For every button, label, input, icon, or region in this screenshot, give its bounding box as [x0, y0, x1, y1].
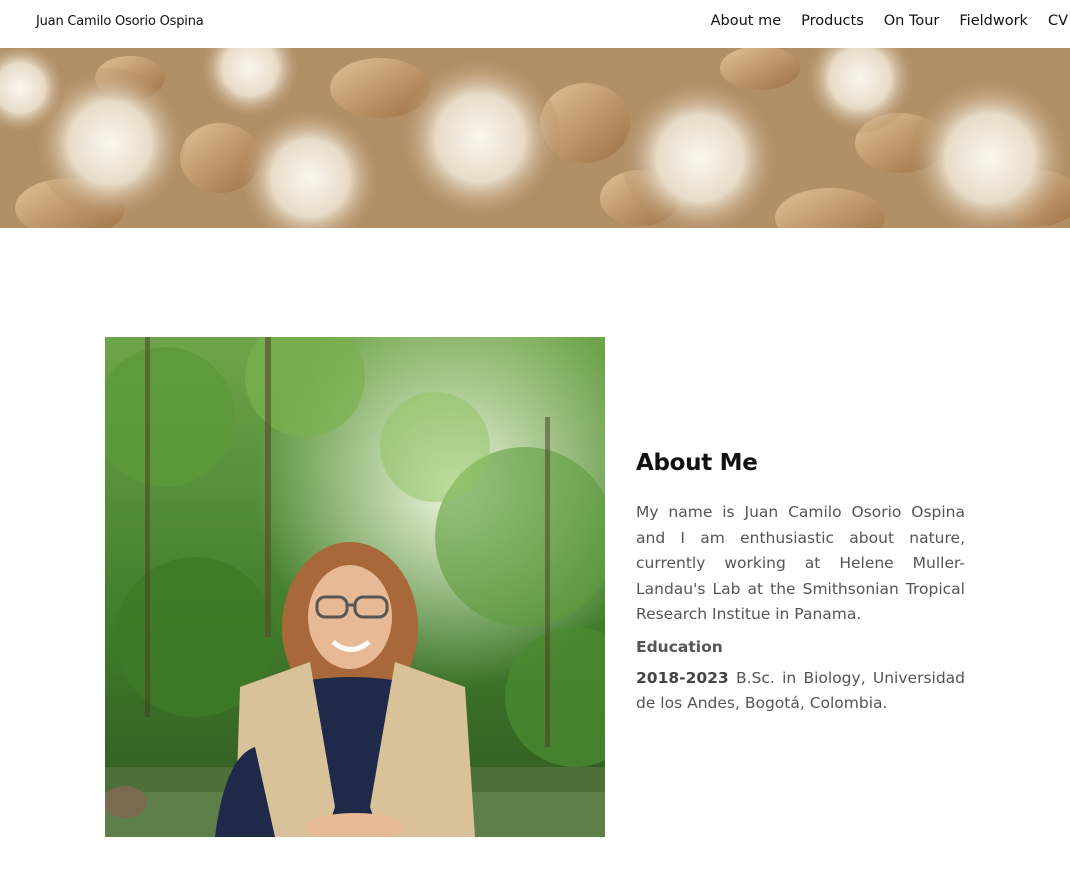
- about-me-section: About Me My name is Juan Camilo Osorio O…: [636, 450, 965, 727]
- header-banner-image: [0, 48, 1070, 228]
- seed-fibers-banner-graphic: [0, 48, 1070, 228]
- nav-products[interactable]: Products: [801, 13, 864, 29]
- main-nav: About me Products On Tour Fieldwork CV: [711, 13, 1068, 29]
- education-heading: Education: [636, 637, 723, 656]
- education-entry: 2018-2023 B.Sc. in Biology, Universidad …: [636, 666, 965, 717]
- nav-cv[interactable]: CV: [1048, 13, 1068, 29]
- about-bio: My name is Juan Camilo Osorio Ospina and…: [636, 503, 965, 623]
- portrait-in-forest-image: [105, 337, 605, 837]
- nav-about-me[interactable]: About me: [711, 13, 782, 29]
- profile-photo: [105, 337, 605, 837]
- education-years: 2018-2023: [636, 668, 729, 687]
- about-heading: About Me: [636, 450, 758, 476]
- top-navigation-bar: Juan Camilo Osorio Ospina About me Produ…: [0, 0, 1070, 48]
- nav-on-tour[interactable]: On Tour: [884, 13, 940, 29]
- nav-fieldwork[interactable]: Fieldwork: [959, 13, 1028, 29]
- site-title[interactable]: Juan Camilo Osorio Ospina: [36, 14, 204, 29]
